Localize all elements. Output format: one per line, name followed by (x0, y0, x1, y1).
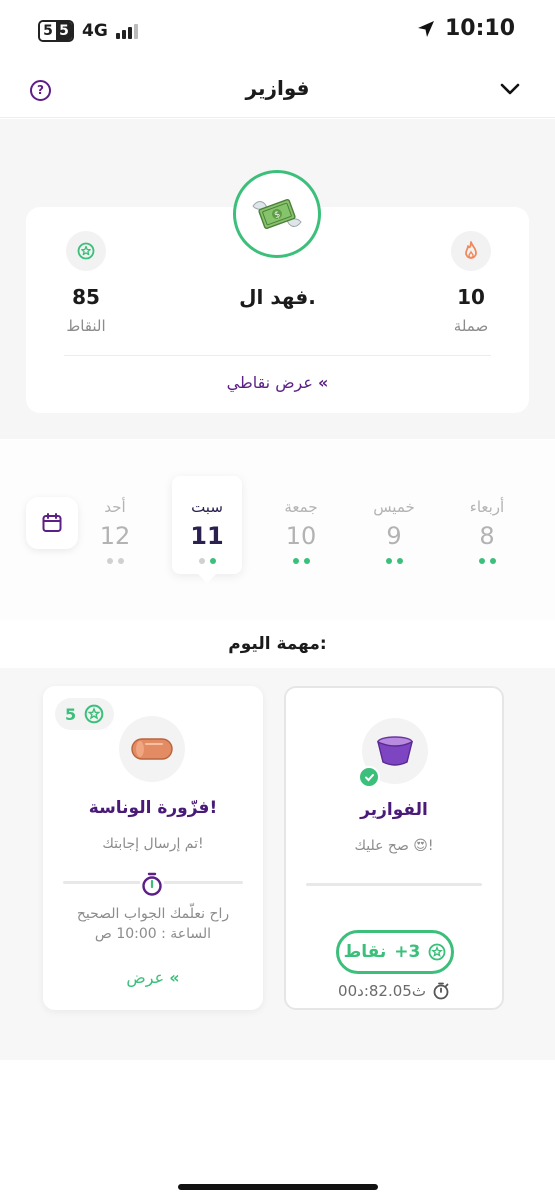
day-name: خميس (373, 498, 415, 516)
star-badge-icon (84, 704, 104, 724)
view-label: عرض (126, 968, 165, 987)
reward-chip: 5 (55, 698, 115, 730)
day-name: أحد (104, 498, 126, 516)
day-dots (266, 558, 336, 564)
status-left: 5 5 4G (38, 20, 138, 42)
progress-track (306, 883, 482, 886)
day-dots (359, 558, 429, 564)
nav-bar: ? فوازير (0, 64, 555, 118)
points-earned-pill: نقاط +3 (336, 930, 454, 974)
riddles-task-card[interactable]: الفوازير صح عليك 😍! نقاط +3 ث82.05:د00 (284, 686, 504, 1010)
day-dots (172, 558, 242, 564)
clock: 10:10 (444, 16, 515, 41)
fun-riddle-task-card[interactable]: 5 فزّورة الوناسة! تم إرسال إجابتك! راح ن… (43, 686, 263, 1010)
double-chevron-icon: « (169, 968, 180, 987)
day-item-saturday[interactable]: سبت 11 (172, 476, 242, 583)
reveal-line-2: الساعة : 10:00 ص (94, 926, 212, 942)
timer-icon (140, 871, 164, 897)
day-name: سبت (191, 498, 223, 516)
reveal-line-1: راح نعلّمك الجواب الصحيح (76, 906, 230, 922)
location-arrow-icon (417, 20, 434, 37)
money-wings-icon: $ (252, 198, 302, 230)
calendar-icon (42, 513, 62, 532)
today-task-title: مهمة اليوم: (228, 634, 327, 654)
status-right: 10:10 (417, 16, 515, 41)
chevron-down-icon[interactable] (499, 78, 521, 100)
task-name: الفوازير (360, 800, 428, 820)
profile-section: 85 النقاط فهد ال. 10 صملة عرض نقاطي « $ (0, 119, 555, 439)
calendar-button[interactable] (26, 497, 78, 549)
day-name: جمعة (284, 498, 318, 516)
day-dots (452, 558, 522, 564)
star-badge-icon (66, 231, 106, 271)
page-title: فوازير (245, 76, 310, 100)
points-label: نقاط (343, 942, 387, 962)
star-badge-icon (428, 943, 446, 961)
day-number: 8 (479, 522, 495, 550)
task-name: فزّورة الوناسة! (88, 798, 218, 818)
answer-reveal-info: راح نعلّمك الجواب الصحيح الساعة : 10:00 … (43, 904, 263, 944)
task-subtitle: تم إرسال إجابتك! (102, 836, 204, 852)
points-label: النقاط (66, 317, 106, 335)
day-number: 11 (190, 522, 224, 550)
day-number: 10 (285, 522, 317, 550)
sim-badge: 5 5 (38, 20, 74, 42)
view-points-label: عرض نقاطي (226, 373, 313, 392)
day-dots (80, 558, 150, 564)
task-subtitle: صح عليك 😍! (354, 838, 434, 854)
day-number: 9 (386, 522, 402, 550)
sim-badge-b: 5 (56, 22, 72, 40)
flame-icon (451, 231, 491, 271)
capsule-icon (119, 716, 185, 782)
streak-label: صملة (453, 317, 489, 335)
reward-value: 5 (65, 704, 77, 724)
bowl-icon (358, 718, 428, 788)
day-selector: أحد 12 سبت 11 جمعة 10 خميس 9 أربعاء 8 (0, 440, 555, 620)
view-points-link[interactable]: عرض نقاطي « (26, 373, 529, 392)
task-area: الفوازير صح عليك 😍! نقاط +3 ث82.05:د00 5… (0, 668, 555, 1060)
streak-value: 10 (457, 285, 485, 309)
sim-badge-a: 5 (40, 22, 56, 40)
avatar: $ (233, 170, 321, 258)
network-type: 4G (82, 21, 108, 41)
time-taken-value: ث82.05:د00 (338, 982, 426, 1000)
day-item-wednesday[interactable]: أربعاء 8 (452, 496, 522, 564)
stopwatch-icon (433, 982, 449, 1000)
status-bar: 5 5 4G 10:10 (0, 0, 555, 64)
check-icon (358, 766, 380, 788)
time-taken: ث82.05:د00 (286, 982, 502, 1000)
double-chevron-icon: « (318, 373, 329, 392)
points-value: +3 (394, 942, 421, 962)
divider (64, 355, 491, 356)
home-indicator[interactable] (178, 1184, 378, 1190)
signal-icon (115, 23, 138, 39)
day-name: أربعاء (469, 498, 505, 516)
day-item-friday[interactable]: جمعة 10 (266, 496, 336, 564)
view-button[interactable]: عرض « (43, 968, 263, 987)
day-item-sunday[interactable]: أحد 12 (80, 496, 150, 564)
day-item-thursday[interactable]: خميس 9 (359, 496, 429, 564)
day-number: 12 (99, 522, 131, 550)
